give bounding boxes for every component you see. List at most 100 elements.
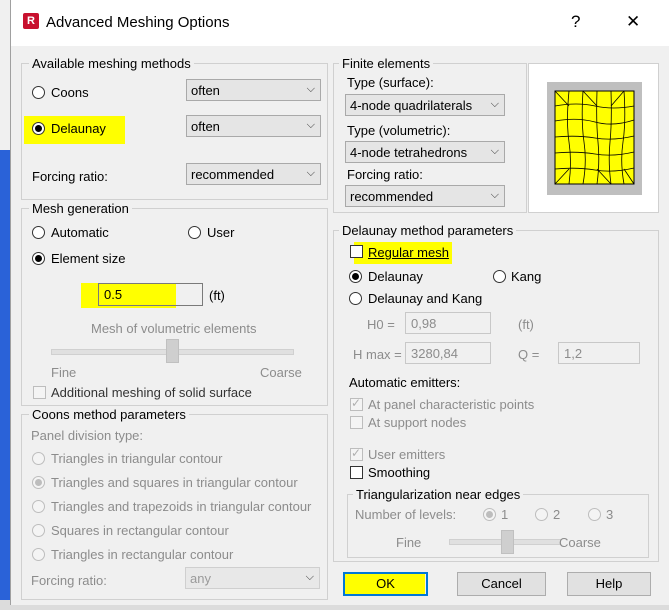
division-option-label: Triangles and trapezoids in triangular c… [51, 499, 312, 514]
regular-mesh-checkbox[interactable] [350, 245, 363, 258]
coons-forcing-value: any [190, 571, 211, 586]
chevron-down-icon: ⌵ [306, 167, 315, 179]
chevron-down-icon: ⌵ [490, 98, 499, 110]
fe-forcing-label: Forcing ratio: [347, 167, 423, 182]
level-3-radio[interactable] [588, 508, 601, 521]
type-surface-label: Type (surface): [347, 75, 434, 90]
forcing-ratio-label: Forcing ratio: [32, 169, 108, 184]
volumetric-mesh-label: Mesh of volumetric elements [91, 321, 257, 336]
level-1-label: 1 [501, 507, 509, 522]
h0-value: 0,98 [411, 316, 437, 331]
division-option-radio[interactable] [32, 500, 45, 513]
coons-frequency-value: often [191, 83, 220, 98]
delaunay-label: Delaunay [51, 121, 106, 136]
level-3-label: 3 [606, 507, 614, 522]
q-value: 1,2 [564, 346, 583, 361]
edge-density-slider-thumb[interactable] [501, 530, 514, 554]
delaunay-frequency-value: often [191, 119, 220, 134]
cancel-button[interactable]: Cancel [457, 572, 546, 596]
type-volumetric-select[interactable]: 4-node tetrahedrons ⌵ [345, 141, 505, 163]
type-surface-value: 4-node quadrilaterals [350, 98, 473, 113]
fe-forcing-select[interactable]: recommended ⌵ [345, 185, 505, 207]
title-bar: R Advanced Meshing Options ? ✕ [11, 0, 669, 46]
delaunay-params-legend: Delaunay method parameters [339, 223, 517, 238]
mesh-preview [528, 63, 659, 213]
mesh-preview-image [554, 90, 635, 185]
triangularization-group [347, 494, 649, 558]
automatic-radio[interactable] [32, 226, 45, 239]
mesh-preview-background [547, 82, 642, 195]
help-button[interactable]: Help [567, 572, 651, 596]
levels-label: Number of levels: [355, 507, 457, 522]
coons-radio[interactable] [32, 86, 45, 99]
user-emitters-label: User emitters [368, 447, 446, 462]
regular-mesh-label: Regular mesh [368, 245, 449, 260]
h0-input[interactable]: 0,98 [405, 312, 491, 334]
at-panel-label: At panel characteristic points [368, 397, 535, 412]
division-option-label: Squares in rectangular contour [51, 523, 229, 538]
coons-params-legend: Coons method parameters [29, 407, 189, 422]
q-label: Q = [518, 347, 540, 362]
hmax-value: 3280,84 [411, 346, 458, 361]
at-panel-checkbox[interactable] [350, 396, 363, 411]
delaunay-radio[interactable] [32, 122, 45, 135]
type-volumetric-label: Type (volumetric): [347, 123, 451, 138]
type-surface-select[interactable]: 4-node quadrilaterals ⌵ [345, 94, 505, 116]
element-size-label: Element size [51, 251, 126, 266]
hmax-input[interactable]: 3280,84 [405, 342, 491, 364]
division-option-radio[interactable] [32, 476, 45, 489]
coons-forcing-label: Forcing ratio: [31, 573, 107, 588]
division-option-radio[interactable] [32, 524, 45, 537]
help-question-icon[interactable]: ? [571, 12, 580, 32]
volumetric-mesh-slider-thumb[interactable] [166, 339, 179, 363]
additional-meshing-checkbox[interactable] [33, 386, 46, 399]
h0-unit: (ft) [518, 317, 534, 332]
window-title: Advanced Meshing Options [46, 14, 230, 31]
delaunay-kang-label: Delaunay and Kang [368, 291, 483, 306]
forcing-ratio-select[interactable]: recommended ⌵ [186, 163, 321, 185]
delaunay-method-label: Delaunay [368, 269, 423, 284]
delaunay-kang-radio[interactable] [349, 292, 362, 305]
user-label: User [207, 225, 235, 240]
coons-label: Coons [51, 85, 89, 100]
chevron-down-icon: ⌵ [490, 145, 499, 157]
ok-button[interactable]: OK [343, 572, 428, 596]
chevron-down-icon: ⌵ [306, 83, 315, 95]
delaunay-method-radio[interactable] [349, 270, 362, 283]
hmax-label: H max = [353, 347, 402, 362]
forcing-ratio-value: recommended [191, 167, 275, 182]
coarse-label: Coarse [260, 365, 302, 380]
element-size-input[interactable]: 0.5 [98, 283, 203, 306]
triangularization-legend: Triangularization near edges [353, 487, 524, 502]
chevron-down-icon: ⌵ [305, 571, 314, 583]
delaunay-frequency-select[interactable]: often ⌵ [186, 115, 321, 137]
edge-coarse-label: Coarse [559, 535, 601, 550]
level-2-radio[interactable] [535, 508, 548, 521]
coons-forcing-select[interactable]: any ⌵ [185, 567, 320, 589]
close-icon[interactable]: ✕ [626, 12, 640, 32]
q-input[interactable]: 1,2 [558, 342, 640, 364]
user-emitters-checkbox[interactable] [350, 446, 363, 461]
element-size-radio[interactable] [32, 252, 45, 265]
division-option-label: Triangles in triangular contour [51, 451, 223, 466]
smoothing-checkbox[interactable] [350, 466, 363, 479]
user-radio[interactable] [188, 226, 201, 239]
at-support-checkbox[interactable] [350, 416, 363, 429]
at-support-label: At support nodes [368, 415, 467, 430]
mesh-generation-legend: Mesh generation [29, 201, 132, 216]
kang-method-radio[interactable] [493, 270, 506, 283]
level-1-radio[interactable] [483, 508, 496, 521]
type-volumetric-value: 4-node tetrahedrons [350, 145, 468, 160]
kang-method-label: Kang [511, 269, 542, 284]
additional-meshing-label: Additional meshing of solid surface [51, 385, 252, 400]
edge-fine-label: Fine [396, 535, 422, 550]
coons-frequency-select[interactable]: often ⌵ [186, 79, 321, 101]
division-option-radio[interactable] [32, 452, 45, 465]
fine-label: Fine [51, 365, 77, 380]
automatic-label: Automatic [51, 225, 109, 240]
smoothing-label: Smoothing [368, 465, 431, 480]
division-option-label: Triangles and squares in triangular cont… [51, 475, 298, 490]
panel-division-label: Panel division type: [31, 428, 144, 443]
division-option-radio[interactable] [32, 548, 45, 561]
element-size-value: 0.5 [104, 287, 123, 302]
